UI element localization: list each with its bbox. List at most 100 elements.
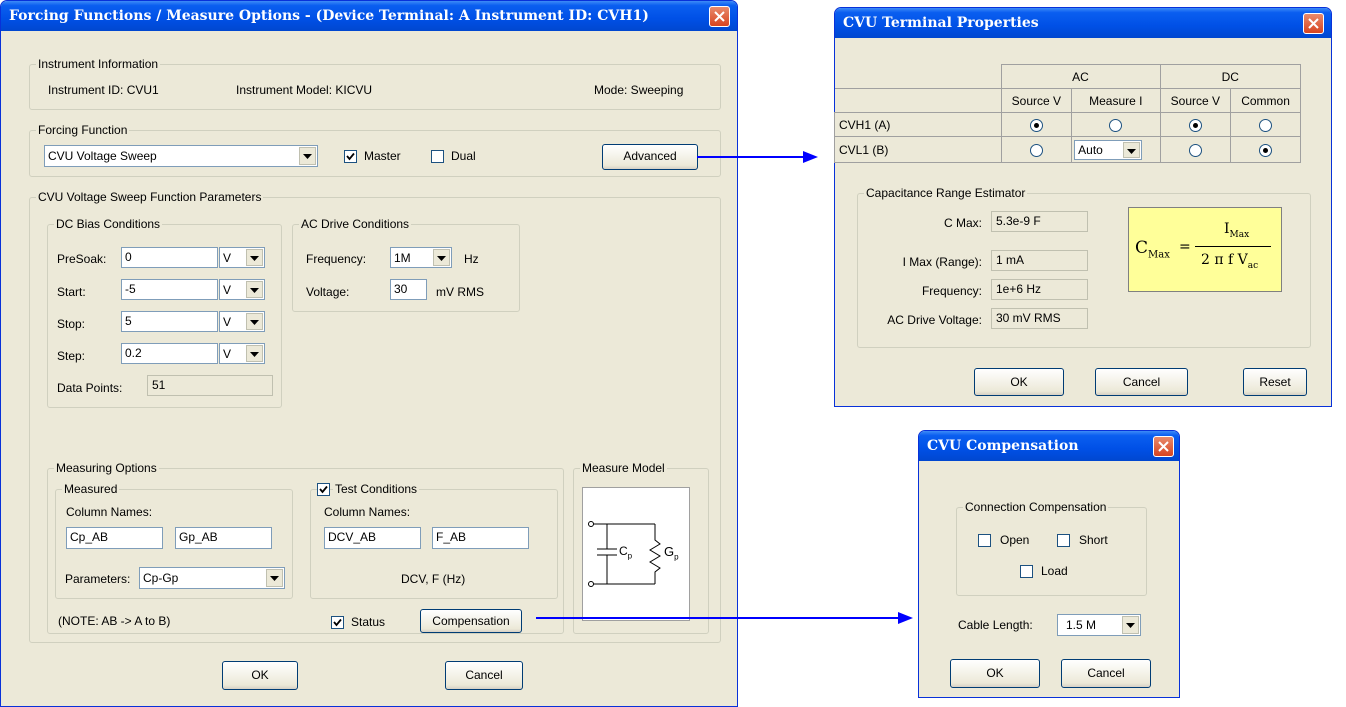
terminal-dialog-title: CVU Terminal Properties: [835, 8, 1331, 38]
measure-model-group: Measure Model Cp Gp: [573, 461, 709, 634]
conductance-label: Gp: [664, 544, 679, 562]
start-input[interactable]: -5: [121, 279, 218, 300]
header-measure-i: Measure I: [1071, 88, 1161, 113]
master-checkbox[interactable]: [344, 150, 357, 163]
load-checkbox[interactable]: [1020, 565, 1033, 578]
cell: [1230, 112, 1301, 137]
connection-compensation-group: Connection Compensation Open Short Load: [956, 500, 1147, 596]
open-label: Open: [1000, 533, 1030, 547]
compensation-ok-button[interactable]: OK: [950, 659, 1040, 688]
start-unit-select[interactable]: V: [219, 279, 265, 300]
main-cancel-button[interactable]: Cancel: [445, 661, 523, 690]
master-label: Master: [364, 149, 401, 163]
tc-column-name-2-input[interactable]: F_AB: [432, 527, 529, 549]
terminal-cancel-button[interactable]: Cancel: [1095, 368, 1188, 396]
load-label: Load: [1041, 564, 1068, 578]
measured-legend: Measured: [62, 482, 120, 496]
status-checkbox[interactable]: [331, 616, 344, 629]
terminal-reset-button[interactable]: Reset: [1243, 368, 1307, 396]
cmax-label: C Max:: [943, 216, 982, 230]
advanced-button[interactable]: Advanced: [602, 144, 698, 170]
cvh1-ac-source-radio[interactable]: [1029, 118, 1043, 132]
column-name-1-input[interactable]: Cp_AB: [66, 527, 163, 549]
ac-drive-group: AC Drive Conditions Frequency: 1M Hz Vol…: [292, 217, 520, 312]
measure-model-diagram: Cp Gp: [582, 487, 690, 621]
dual-label: Dual: [451, 149, 476, 163]
checkmark-icon: [346, 152, 355, 161]
formula-numerator: IMax: [1224, 221, 1249, 240]
chevron-down-icon: [266, 569, 283, 587]
short-checkbox[interactable]: [1057, 534, 1070, 547]
dual-checkbox[interactable]: [431, 150, 444, 163]
terminal-table: AC DC Source V Measure I Source V Common…: [834, 64, 1301, 163]
header-dc: DC: [1159, 64, 1301, 89]
forcing-function-select[interactable]: CVU Voltage Sweep: [44, 145, 318, 167]
capacitance-estimator-legend: Capacitance Range Estimator: [864, 186, 1028, 200]
cell: [1071, 112, 1161, 137]
cvh1-dc-source-radio[interactable]: [1188, 118, 1202, 132]
cell: [1159, 112, 1232, 137]
cvh1-common-radio[interactable]: [1259, 118, 1273, 132]
tc-column-names-label: Column Names:: [324, 505, 411, 519]
stop-unit-value: V: [223, 315, 232, 329]
measure-i-value: Auto: [1078, 142, 1103, 157]
cvu-terminal-properties-dialog: CVU Terminal Properties AC DC Source V M…: [834, 7, 1332, 407]
formula-den-sub: ac: [1247, 260, 1259, 271]
formula-lhs-sub: Max: [1148, 249, 1170, 261]
step-input[interactable]: 0.2: [121, 343, 218, 364]
cvh1-measure-i-radio[interactable]: [1109, 118, 1123, 132]
formula-equals: =: [1179, 239, 1191, 255]
compensation-cancel-button[interactable]: Cancel: [1061, 659, 1151, 688]
connection-compensation-legend: Connection Compensation: [963, 500, 1109, 514]
formula-denominator: 2 π f Vac: [1201, 252, 1258, 271]
main-ok-button[interactable]: OK: [222, 661, 298, 690]
tc-column-name-1-input[interactable]: DCV_AB: [324, 527, 421, 549]
parameters-select[interactable]: Cp-Gp: [139, 567, 285, 589]
presoak-input[interactable]: 0: [121, 247, 218, 268]
terminal-frequency-label: Frequency:: [921, 284, 982, 298]
terminal-frequency-value: 1e+6 Hz: [991, 279, 1088, 300]
voltage-unit: mV RMS: [436, 285, 484, 299]
close-button[interactable]: [1303, 13, 1324, 34]
measure-i-select[interactable]: Auto: [1074, 139, 1143, 160]
capacitance-estimator-group: Capacitance Range Estimator C Max: 5.3e-…: [857, 186, 1311, 348]
stop-input[interactable]: 5: [121, 311, 218, 332]
frequency-label: Frequency:: [306, 252, 367, 266]
cvl1-common-radio[interactable]: [1259, 143, 1273, 157]
terminal-ok-button[interactable]: OK: [974, 368, 1064, 396]
close-button[interactable]: [709, 6, 730, 27]
open-checkbox[interactable]: [978, 534, 991, 547]
column-names-label: Column Names:: [66, 505, 153, 519]
cell: [1230, 136, 1301, 163]
header-ac: AC: [1000, 64, 1161, 89]
cable-length-select[interactable]: 1.5 M: [1057, 614, 1141, 636]
voltage-input[interactable]: 30: [390, 279, 427, 300]
dc-bias-group: DC Bias Conditions PreSoak: 0 V Start: -…: [47, 217, 282, 408]
compensation-button[interactable]: Compensation: [420, 609, 522, 633]
direction-note: (NOTE: AB -> A to B): [58, 614, 171, 628]
short-label: Short: [1079, 533, 1108, 547]
data-points-value: 51: [147, 375, 273, 396]
stop-unit-select[interactable]: V: [219, 311, 265, 332]
presoak-label: PreSoak:: [57, 252, 107, 266]
table-row: CVH1 (A): [834, 112, 1301, 137]
start-label: Start:: [57, 285, 86, 299]
row-label-cvl1: CVL1 (B): [834, 136, 1002, 163]
cvl1-dc-source-radio[interactable]: [1188, 143, 1202, 157]
frequency-value: 1M: [394, 251, 411, 265]
dialog-title: Forcing Functions / Measure Options - (D…: [1, 1, 737, 31]
close-button[interactable]: [1153, 436, 1174, 457]
frequency-select[interactable]: 1M: [390, 247, 452, 268]
cvl1-ac-source-radio[interactable]: [1029, 143, 1043, 157]
dc-bias-legend: DC Bias Conditions: [54, 217, 163, 231]
instrument-info-legend: Instrument Information: [36, 57, 161, 71]
presoak-unit-select[interactable]: V: [219, 247, 265, 268]
step-unit-select[interactable]: V: [219, 343, 265, 364]
test-conditions-checkbox[interactable]: [317, 483, 330, 496]
tc-note: DCV, F (Hz): [401, 572, 466, 586]
presoak-unit-value: V: [223, 251, 232, 265]
close-icon: [714, 11, 725, 22]
test-conditions-label: Test Conditions: [333, 482, 420, 496]
column-name-2-input[interactable]: Gp_AB: [175, 527, 272, 549]
cell: [1000, 112, 1073, 137]
